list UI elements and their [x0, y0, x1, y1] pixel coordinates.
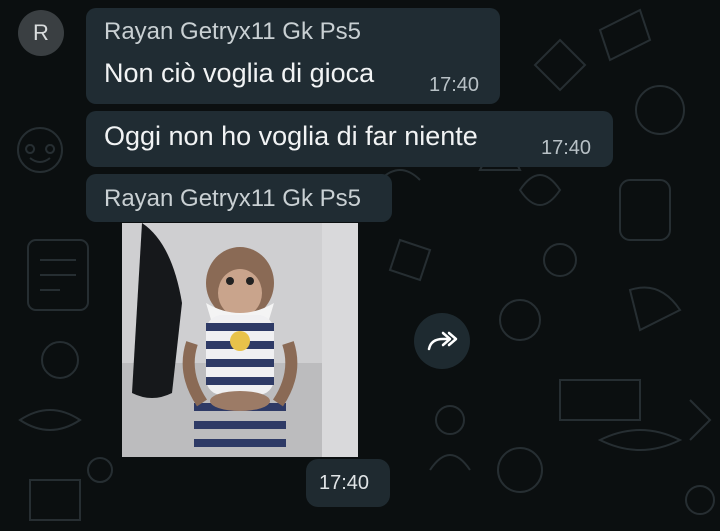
sender-name[interactable]: Rayan Getryx11 Gk Ps5: [104, 185, 361, 213]
message-time: 17:40: [429, 74, 480, 96]
monkey-image: [122, 223, 358, 457]
avatar[interactable]: R: [18, 10, 64, 56]
message-bubble[interactable]: Rayan Getryx11 Gk Ps5: [86, 174, 392, 222]
avatar-initial: R: [33, 20, 49, 45]
media-image[interactable]: [122, 223, 358, 457]
forward-button[interactable]: [414, 313, 470, 369]
message-bubble[interactable]: Oggi non ho voglia di far niente 17:40: [86, 111, 613, 167]
message-text: Non ciò voglia di gioca: [104, 58, 375, 88]
message-time: 17:40: [541, 137, 592, 159]
message-time: 17:40: [319, 472, 370, 494]
message-text: Oggi non ho voglia di far niente: [104, 121, 478, 151]
sender-name[interactable]: Rayan Getryx11 Gk Ps5: [104, 18, 361, 46]
media-time-pill: 17:40: [306, 459, 390, 507]
forward-icon: [427, 331, 458, 351]
message-bubble[interactable]: Rayan Getryx11 Gk Ps5 Non ciò voglia di …: [86, 8, 500, 104]
